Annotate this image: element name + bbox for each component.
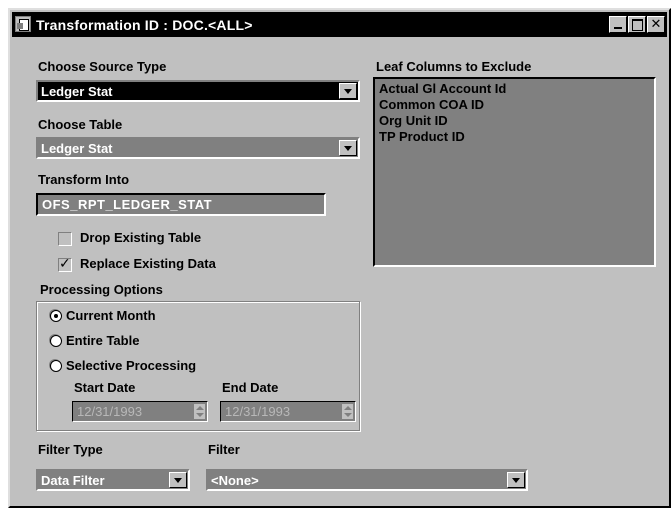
close-icon[interactable]: ✕ [647,16,665,33]
window-title: Transformation ID : DOC.<ALL> [36,17,253,33]
list-item[interactable]: Org Unit ID [379,113,448,128]
transformation-window: Transformation ID : DOC.<ALL> ✕ Choose S… [8,8,671,508]
chevron-down-icon[interactable] [169,472,187,488]
spinner-icon[interactable] [193,403,206,420]
check-icon: ✓ [59,256,71,272]
filter-label: Filter [208,442,240,457]
list-item[interactable]: Common COA ID [379,97,484,112]
start-date-value: 12/31/1993 [77,404,143,419]
source-type-label: Choose Source Type [38,59,167,74]
filter-type-label: Filter Type [38,442,103,457]
table-select[interactable]: Ledger Stat [36,137,360,159]
start-date-field[interactable]: 12/31/1993 [72,401,208,422]
filter-type-value: Data Filter [41,473,105,488]
app-icon[interactable] [15,16,31,32]
replace-existing-label: Replace Existing Data [80,256,216,271]
maximize-icon[interactable] [628,16,646,33]
end-date-value: 12/31/1993 [225,404,291,419]
transform-label: Transform Into [38,172,130,187]
drop-existing-label: Drop Existing Table [80,230,202,245]
end-date-field[interactable]: 12/31/1993 [220,401,356,422]
list-item[interactable]: TP Product ID [379,129,465,144]
processing-options-label: Processing Options [40,282,163,297]
leaf-columns-label: Leaf Columns to Exclude [376,59,532,74]
source-type-select[interactable]: Ledger Stat [36,80,360,102]
radio-current-month[interactable] [50,310,62,322]
radio-selective-processing[interactable] [50,360,62,372]
end-date-label: End Date [222,380,279,395]
transform-into-field[interactable]: OFS_RPT_LEDGER_STAT [36,193,326,216]
current-month-label: Current Month [66,308,156,323]
title-bar[interactable]: Transformation ID : DOC.<ALL> ✕ [12,12,667,37]
chevron-down-icon[interactable] [339,140,357,156]
filter-value: <None> [211,473,259,488]
table-value: Ledger Stat [41,141,113,156]
transform-value: OFS_RPT_LEDGER_STAT [42,197,213,212]
drop-existing-checkbox[interactable] [58,232,72,246]
chevron-down-icon[interactable] [507,472,525,488]
spinner-icon[interactable] [341,403,354,420]
filter-type-select[interactable]: Data Filter [36,469,190,491]
leaf-columns-list[interactable]: Actual Gl Account Id Common COA ID Org U… [373,77,656,267]
radio-entire-table[interactable] [50,335,62,347]
filter-select[interactable]: <None> [206,469,528,491]
list-item[interactable]: Actual Gl Account Id [379,81,506,96]
replace-existing-checkbox[interactable]: ✓ [58,256,72,272]
chevron-down-icon[interactable] [339,83,357,99]
minimize-icon[interactable] [609,16,627,33]
source-type-value: Ledger Stat [41,84,113,99]
selective-processing-label: Selective Processing [66,358,197,373]
table-label: Choose Table [38,117,123,132]
entire-table-label: Entire Table [66,333,140,348]
start-date-label: Start Date [74,380,136,395]
